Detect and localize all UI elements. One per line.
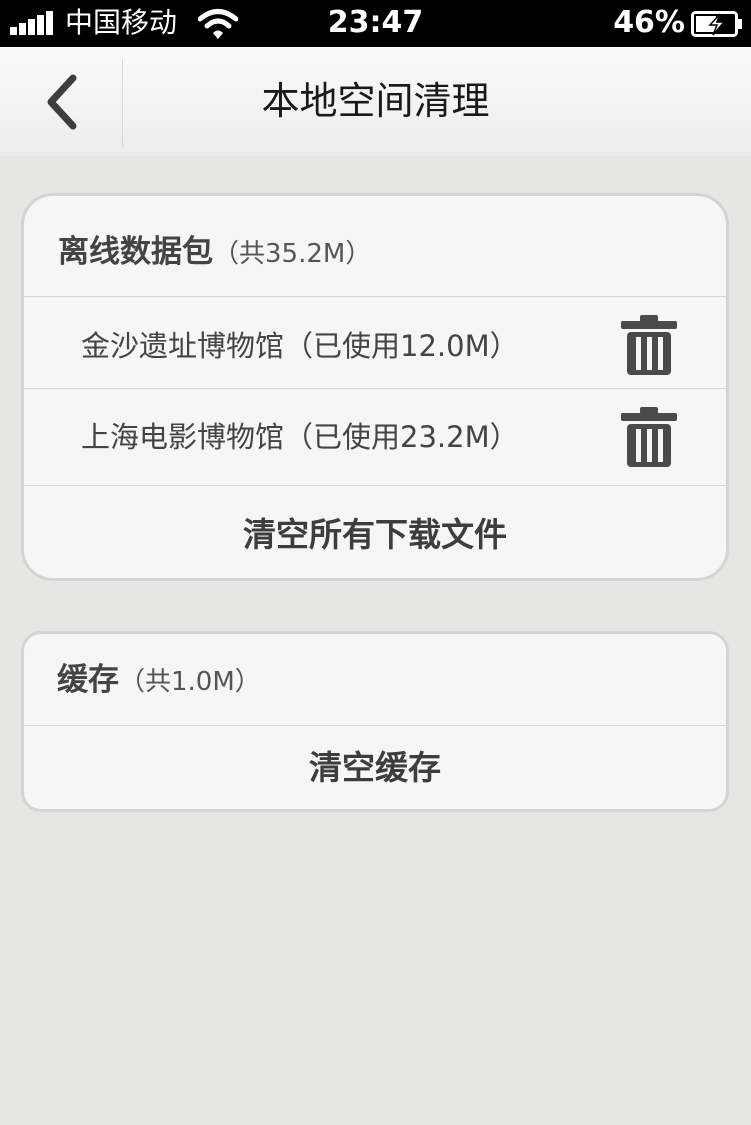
package-label: 上海电影博物馆（已使用23.2M） [81, 420, 519, 454]
offline-section-header: 离线数据包（共35.2M） [24, 196, 726, 297]
section-title: 缓存 [57, 662, 119, 698]
section-total: （共35.2M） [213, 239, 372, 269]
package-label: 金沙遗址博物馆（已使用12.0M） [81, 329, 519, 363]
battery-percent: 46% [613, 5, 685, 40]
page-title: 本地空间清理 [261, 79, 490, 123]
trash-icon[interactable] [620, 314, 678, 376]
trash-icon[interactable] [620, 406, 678, 468]
clear-cache-label: 清空缓存 [309, 748, 441, 787]
cache-section-header: 缓存（共1.0M） [24, 634, 726, 726]
cache-card: 缓存（共1.0M） 清空缓存 [21, 631, 729, 812]
clear-cache-button[interactable]: 清空缓存 [24, 726, 726, 809]
offline-packages-card: 离线数据包（共35.2M） 金沙遗址博物馆（已使用12.0M） 上海电影博物馆（… [21, 193, 729, 581]
status-bar: 中国移动 23:47 46% [0, 0, 751, 47]
section-total: （共1.0M） [119, 667, 261, 697]
list-item: 上海电影博物馆（已使用23.2M） [24, 389, 726, 486]
list-item: 金沙遗址博物馆（已使用12.0M） [24, 297, 726, 389]
clear-all-label: 清空所有下载文件 [243, 515, 507, 554]
clear-all-downloads-button[interactable]: 清空所有下载文件 [24, 486, 726, 578]
section-title: 离线数据包 [58, 234, 213, 270]
nav-bar: 本地空间清理 [0, 47, 751, 156]
battery-charging-icon [691, 11, 742, 37]
